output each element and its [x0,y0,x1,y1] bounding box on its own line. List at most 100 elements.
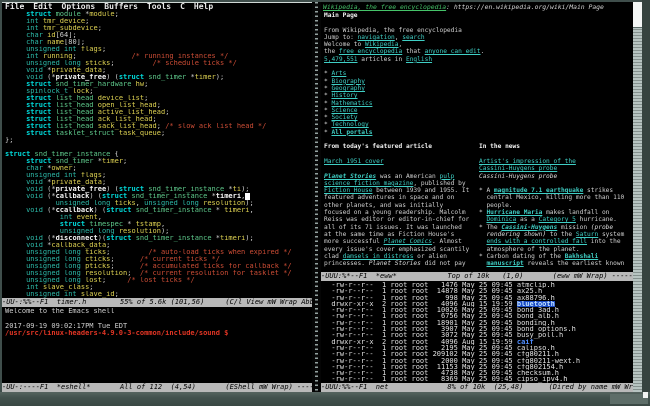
menu-item-help[interactable]: Help [194,2,213,11]
eww-line: * The Cassini-Huygens mission (probe [479,224,634,231]
featured-article-column: From today's featured article March 1951… [324,143,479,267]
link[interactable]: ends with a controlled fall [486,238,587,245]
in-the-news-column: In the news Artist's impression of theCa… [479,143,634,267]
eww-line [324,136,634,143]
menu-item-tools[interactable]: Tools [147,2,171,11]
text-segment [5,284,26,291]
text-segment: Reiss was editor or editor-in-chief for [324,216,469,223]
code-line: void *private_data; [5,179,312,186]
eww-line: clad damsels in distress or alien [324,253,479,260]
text-segment [5,88,26,95]
text-segment: . [481,48,485,55]
text-segment: active_list_head [98,109,165,116]
code-line: struct snd_timer *timer; [5,158,312,165]
link[interactable]: anyone can edit [425,48,481,55]
text-segment: /* current ticks */ [140,256,220,263]
link[interactable]: Wikipedia [365,41,399,48]
code-line: int event, [5,214,312,221]
link[interactable]: All portals [331,129,372,136]
link[interactable]: damsels in distress [343,253,414,260]
eshell-buffer[interactable]: Welcome to the Emacs shell 2017-09-19 09… [5,308,312,382]
text-segment: ); [241,186,249,193]
link[interactable]: magnitude 7.1 earthquake [494,187,583,194]
text-segment: private_data [51,67,102,74]
text-segment: slave_class [43,284,89,291]
text-segment: (* [47,74,55,81]
link[interactable]: Society [331,114,357,121]
link[interactable]: History [331,92,357,99]
text-segment [5,158,26,165]
text-segment: ; [102,172,106,179]
eww-line: Planet Stories was an American pulp [324,173,479,180]
link[interactable]: Science [331,107,357,114]
link[interactable]: Biography [331,78,365,85]
text-segment: name [47,39,64,46]
menu-item-c[interactable]: C [180,2,185,11]
dired-row[interactable]: -rw-r--r-- 1 root root 8369 May 25 09:45… [323,376,634,382]
link[interactable]: Category 5 [539,216,576,223]
text-segment: ; [165,109,169,116]
link[interactable]: navigation [358,34,395,41]
link[interactable]: pulp [440,173,455,180]
text-segment: callback_data [51,242,106,249]
menu-item-file[interactable]: File [5,2,24,11]
link[interactable]: Geography [331,85,365,92]
eww-line: * Biography [324,78,634,85]
link[interactable]: Saturn [576,231,598,238]
link[interactable]: Planet Comics [384,238,432,245]
text-segment: struct [102,193,132,200]
code-line: void (*private_free) (struct snd_timer_i… [5,186,312,193]
text-segment: Planet Stories [369,260,421,267]
vertical-scrollbar[interactable] [633,2,642,392]
eww-line: every issue's cover emphasized scantily [324,246,479,253]
menu-item-options[interactable]: Options [62,2,96,11]
text-segment: ticks [85,249,106,256]
menu-item-buffers[interactable]: Buffers [104,2,138,11]
link[interactable]: Wikipedia, the free encyclopedia [323,3,446,11]
text-segment: struct [106,207,136,214]
resize-grip[interactable] [643,392,648,398]
text-segment: cipso_ipv4.h [517,376,568,382]
link[interactable]: Bakhshali [565,253,599,260]
link[interactable]: science fiction magazine [324,180,413,187]
code-line: struct list_head ack_list_head; [5,116,312,123]
text-segment: snd_timer [56,158,98,165]
text-segment: From today's featured article [324,143,432,150]
menu-item-edit[interactable]: Edit [33,2,52,11]
link[interactable]: English [406,56,432,63]
link[interactable]: search [402,34,424,41]
link[interactable]: Arts [331,70,346,77]
text-segment: char [26,39,47,46]
text-segment: strikes [583,187,613,194]
link[interactable]: Planet Stories [324,173,376,180]
scrollbar-thumb[interactable] [633,2,642,28]
text-segment: void [26,242,47,249]
link[interactable]: Technology [331,121,368,128]
link[interactable]: 5,479,551 [324,56,358,63]
text-segment [5,102,26,109]
dired-buffer-net[interactable]: -rw-r--r-- 1 root root 1476 May 25 09:45… [323,282,634,382]
link[interactable]: Hurricane Maria [486,209,542,216]
text-segment: -rw-r--r-- 1 root root 8369 May 25 09:45 [323,376,517,382]
link[interactable]: manuscript [486,260,523,267]
emacs-screen: File Edit Options Buffers Tools C Help struct … [2,2,633,392]
eww-line [324,165,479,172]
link[interactable]: Cassini-Huygens probe [479,165,557,172]
link[interactable]: free encyclopedia [339,48,402,55]
text-segment: ) ( [106,186,119,193]
eww-line: Fiction House between 1939 and 1955. It [324,187,479,194]
eww-line: * Science [324,107,634,114]
link[interactable]: Dominica [486,216,516,223]
link[interactable]: Fiction House [324,187,372,194]
link[interactable]: March 1951 cover [324,158,384,165]
eww-buffer-wikipedia[interactable]: Main Page From Wikipedia, the free encyc… [324,12,634,272]
text-segment: ; [110,256,140,263]
code-buffer-timer-h[interactable]: struct module *module; int tmr_device; i… [5,11,312,298]
window-divider[interactable] [312,2,321,392]
text-segment: more successful [324,238,384,245]
link[interactable]: Artist's impression of the [479,158,576,165]
text-segment: ); [161,228,169,235]
eww-line: other planets, and was initially [324,202,479,209]
link[interactable]: Cassini-Huygens [501,224,557,231]
link[interactable]: Mathematics [331,100,372,107]
